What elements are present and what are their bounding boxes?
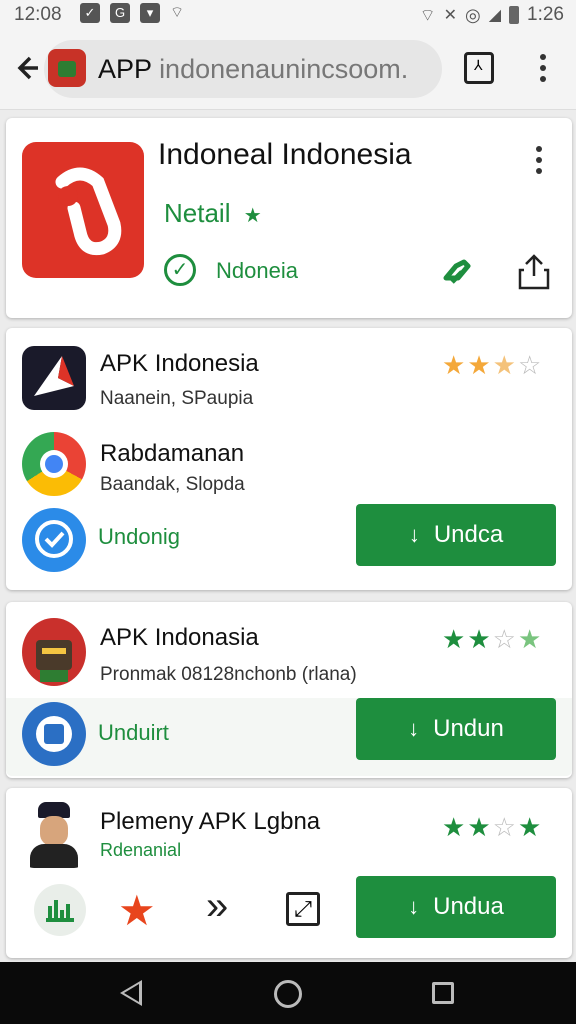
tabs-icon[interactable] — [464, 52, 494, 84]
download-label: Undun — [433, 715, 504, 742]
status-time-right: 1:26 — [527, 4, 564, 25]
star-icon: ★ — [467, 624, 491, 654]
download-arrow-icon: ↓ — [408, 522, 420, 547]
star-light-icon: ★ — [517, 624, 542, 654]
app-title[interactable]: Unduirt — [98, 720, 169, 746]
app-title: Indoneal Indonesia — [158, 138, 412, 171]
app-subtitle: Rdenanial — [100, 840, 182, 860]
url-text: APP indonenaunincsoom. — [98, 54, 408, 85]
app-title[interactable]: Undonig — [98, 524, 180, 550]
download-button[interactable]: ↓ Undua — [356, 876, 556, 938]
app-subtitle: Pronmak 08128nchonb (rlana) — [100, 664, 357, 685]
app-title[interactable]: APK Indonesia — [100, 350, 259, 378]
nav-back-icon[interactable] — [120, 980, 142, 1006]
expand-glyph: ⤢ — [294, 896, 312, 921]
app-icon-compass[interactable] — [22, 346, 86, 410]
developer-star-icon: ★ — [243, 205, 262, 227]
developer-label: Netail — [164, 198, 231, 228]
app-title[interactable]: Rabdamanan — [100, 440, 244, 468]
url-domain: indonenaunincsoom. — [159, 54, 409, 84]
app-subtitle: Naanein, SPaupia — [100, 388, 254, 409]
download-label: Undca — [433, 521, 504, 548]
url-field[interactable]: APP indonenaunincsoom. — [44, 40, 442, 98]
star-icon: ★ — [467, 812, 491, 842]
rating-stars: ★ ★ ☆ ★ — [442, 624, 541, 655]
expand-icon[interactable]: ⤢ — [286, 892, 320, 926]
app-title[interactable]: APK Indonasia — [100, 624, 259, 652]
app-icon-book[interactable] — [22, 702, 86, 766]
back-arrow-icon[interactable] — [16, 50, 44, 86]
star-icon: ★ — [442, 812, 466, 842]
star-empty-icon: ☆ — [492, 812, 516, 842]
app-icon-chrome[interactable] — [22, 432, 86, 496]
download-button[interactable]: ↓ Undun — [356, 698, 556, 760]
alarm-icon: ◎ — [464, 4, 481, 25]
wifi-icon: ⌔ — [170, 4, 185, 21]
notification-icon: ✓ — [80, 3, 100, 23]
verified-check-icon: ✓ — [164, 254, 196, 286]
star-half-icon: ★ — [492, 350, 516, 380]
app-list-card-2: APK Indonasia Pronmak 08128nchonb (rlana… — [6, 602, 572, 778]
signal-icon: ◢ — [488, 7, 502, 24]
notification-icon: G — [110, 3, 130, 23]
developer-name[interactable]: Netail ★ — [164, 198, 262, 229]
download-arrow-icon: ↓ — [408, 716, 420, 741]
app-logo-icon — [22, 142, 144, 278]
star-icon: ★ — [442, 624, 466, 654]
mute-icon: ✕ — [443, 7, 457, 24]
status-bar: 12:08 ✓ G ▾ ⌔ ⌔ ✕ ◎ ◢ 1:26 — [0, 0, 576, 30]
battery-icon — [509, 6, 520, 24]
star-icon: ★ — [467, 350, 491, 380]
star-icon: ★ — [517, 812, 542, 842]
forward-chevrons-icon[interactable]: » — [206, 884, 228, 929]
rating-stars: ★ ★ ☆ ★ — [442, 812, 541, 843]
app-subtitle: Baandak, Slopda — [100, 474, 245, 495]
download-arrow-icon: ↓ — [408, 894, 420, 919]
star-empty-icon: ☆ — [517, 350, 542, 380]
app-hero-card: Indoneal Indonesia Netail ★ ✓ Ndoneia — [6, 118, 572, 318]
verified-label: Ndoneia — [216, 258, 298, 283]
star-empty-icon: ☆ — [492, 624, 516, 654]
rating-stars: ★ ★ ★ ☆ — [442, 350, 541, 381]
stats-icon[interactable] — [34, 884, 86, 936]
browser-menu-icon[interactable] — [540, 54, 548, 84]
system-nav-bar — [0, 962, 576, 1024]
app-list-card-1: APK Indonesia Naanein, SPaupia ★ ★ ★ ☆ R… — [6, 328, 572, 590]
app-icon-soldier[interactable] — [22, 618, 86, 686]
star-icon: ★ — [442, 350, 466, 380]
url-main: APP — [98, 54, 152, 84]
download-button[interactable]: ↓ Undca — [356, 504, 556, 566]
app-list-card-3: Plemeny APK Lgbna Rdenanial ★ ★ ☆ ★ ★ » … — [6, 788, 572, 958]
status-right: ⌔ ✕ ◎ ◢ 1:26 — [420, 4, 564, 26]
notification-icon: ▾ — [140, 3, 160, 23]
app-title[interactable]: Plemeny APK Lgbna — [100, 808, 320, 836]
app-menu-icon[interactable] — [536, 146, 544, 176]
nav-recents-icon[interactable] — [432, 982, 454, 1004]
download-label: Undua — [433, 893, 504, 920]
status-notification-icons: ✓ G ▾ ⌔ — [80, 3, 184, 23]
browser-toolbar: APP indonenaunincsoom. — [0, 30, 576, 110]
wifi-icon: ⌔ — [419, 5, 436, 25]
nav-home-icon[interactable] — [274, 980, 302, 1008]
favorite-star-icon[interactable]: ★ — [118, 886, 156, 935]
share-icon[interactable] — [516, 252, 552, 292]
app-icon-messenger[interactable] — [22, 508, 86, 572]
site-favicon-icon — [48, 49, 86, 87]
share-link-icon[interactable] — [438, 252, 474, 288]
app-icon-avatar[interactable] — [22, 798, 86, 868]
status-time: 12:08 — [14, 4, 62, 25]
